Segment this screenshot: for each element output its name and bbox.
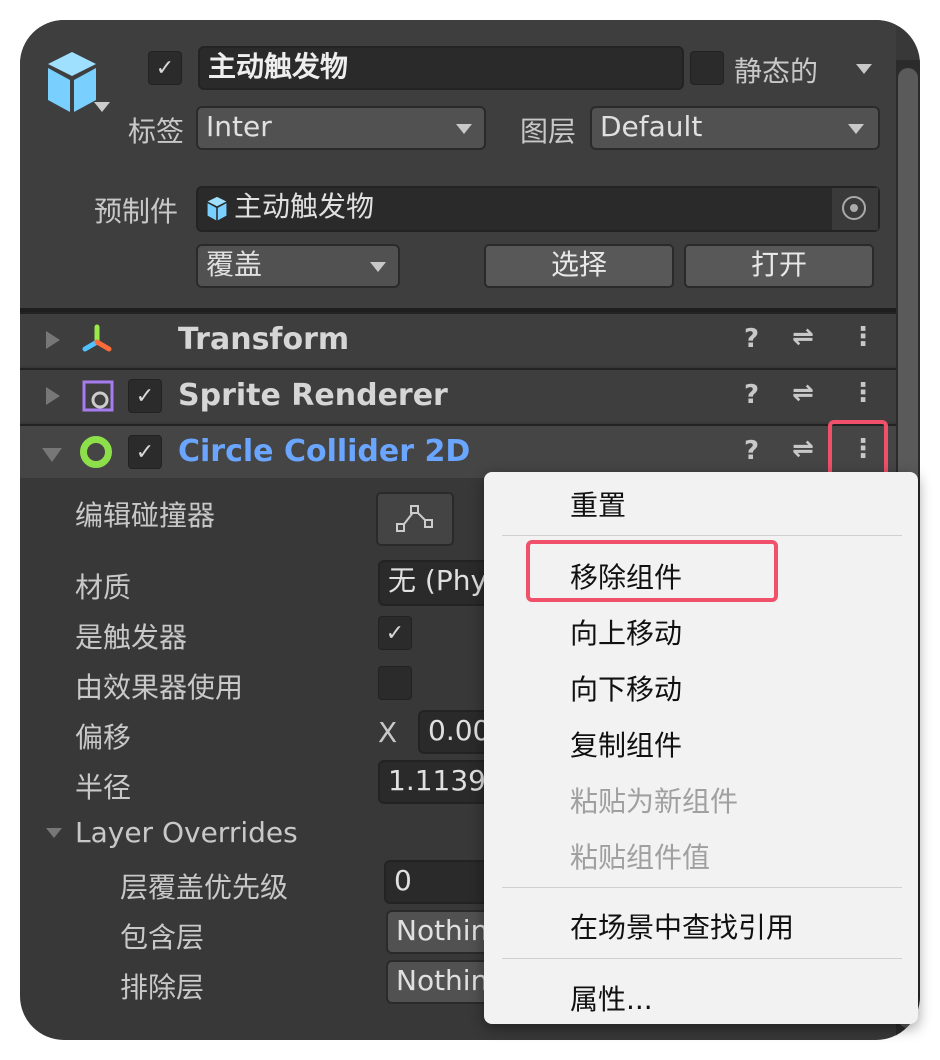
enabled-checkbox[interactable]: ✓ [128,435,162,469]
layer-dropdown[interactable]: Default [590,106,880,150]
sprite-renderer-icon [82,380,114,412]
prefab-cube-icon [207,196,227,221]
component-title: Transform [178,322,350,357]
chevron-down-icon [370,262,386,272]
static-label: 静态的 [734,55,819,88]
tag-dropdown[interactable]: Inter [196,106,486,150]
chevron-down-icon [456,124,472,134]
chevron-down-icon [848,124,864,134]
static-checkbox[interactable] [690,51,724,85]
layer-overrides-foldout[interactable]: Layer Overrides [75,816,298,849]
menu-item-paste-as-new: 粘贴为新组件 [570,785,739,818]
component-transform[interactable]: Transform ? ⇌ ⋮ [20,312,896,366]
collapse-arrow-icon[interactable] [42,448,62,462]
overrides-label: 覆盖 [206,248,263,281]
expand-arrow-icon[interactable] [46,387,60,405]
menu-item-reset[interactable]: 重置 [570,484,626,524]
radius-label: 半径 [75,771,132,804]
layer-value: Default [600,110,703,143]
component-sprite-renderer[interactable]: ✓ Sprite Renderer ? ⇌ ⋮ [20,368,896,422]
offset-label: 偏移 [75,721,132,754]
menu-item-find-references[interactable]: 在场景中查找引用 [570,906,794,946]
select-button[interactable]: 选择 [484,244,674,288]
edit-collider-button[interactable] [376,492,454,546]
menu-item-properties[interactable]: 属性... [570,978,653,1018]
help-icon[interactable]: ? [744,324,759,354]
layer-label: 图层 [520,115,577,148]
trigger-label: 是触发器 [75,621,188,654]
tag-value: Inter [206,110,272,143]
priority-label: 层覆盖优先级 [120,871,289,904]
object-picker-button[interactable] [832,188,878,230]
remove-component-highlight-box [526,540,778,602]
help-icon[interactable]: ? [744,436,759,466]
kebab-menu-icon[interactable]: ⋮ [850,378,876,408]
menu-item-move-down[interactable]: 向下移动 [570,668,682,708]
presets-icon[interactable]: ⇌ [792,378,814,408]
component-title: Sprite Renderer [178,378,448,413]
presets-icon[interactable]: ⇌ [792,434,814,464]
static-dropdown-icon[interactable] [856,64,872,74]
component-title: Circle Collider 2D [178,434,471,469]
exclude-layers-label: 排除层 [120,971,205,1004]
icon-dropdown-icon[interactable] [94,102,110,112]
include-layers-label: 包含层 [120,921,205,954]
used-by-effector-checkbox[interactable] [378,666,412,700]
active-checkbox[interactable]: ✓ [148,51,182,85]
gameobject-cube-icon[interactable] [44,50,100,116]
expand-arrow-icon[interactable] [46,331,60,349]
open-button[interactable]: 打开 [684,244,874,288]
menu-separator [502,958,902,959]
transform-icon [82,324,112,352]
enabled-checkbox[interactable]: ✓ [128,379,162,413]
effector-label: 由效果器使用 [75,671,244,704]
edit-collider-label: 编辑碰撞器 [75,499,216,532]
name-input[interactable]: 主动触发物 [198,46,684,90]
menu-item-copy-component[interactable]: 复制组件 [570,724,682,764]
component-circle-collider-2d[interactable]: ✓ Circle Collider 2D ? ⇌ ⋮ [20,424,896,478]
tag-label: 标签 [128,115,185,148]
circle-collider-icon [80,436,112,468]
material-label: 材质 [75,571,132,604]
target-icon [842,196,866,220]
help-icon[interactable]: ? [744,380,759,410]
menu-item-paste-values: 粘贴组件值 [570,841,711,874]
presets-icon[interactable]: ⇌ [792,322,814,352]
layer-overrides-arrow-icon[interactable] [46,828,62,838]
prefab-label: 预制件 [94,195,179,228]
edit-shape-icon [396,505,433,532]
prefab-value: 主动触发物 [234,190,375,223]
prefab-field[interactable]: 主动触发物 [196,186,880,232]
menu-separator [502,535,902,536]
menu-item-move-up[interactable]: 向上移动 [570,612,682,652]
is-trigger-checkbox[interactable]: ✓ [378,616,412,650]
menu-separator [502,887,902,888]
offset-x-label: X [378,716,398,749]
kebab-menu-icon[interactable]: ⋮ [850,322,876,352]
